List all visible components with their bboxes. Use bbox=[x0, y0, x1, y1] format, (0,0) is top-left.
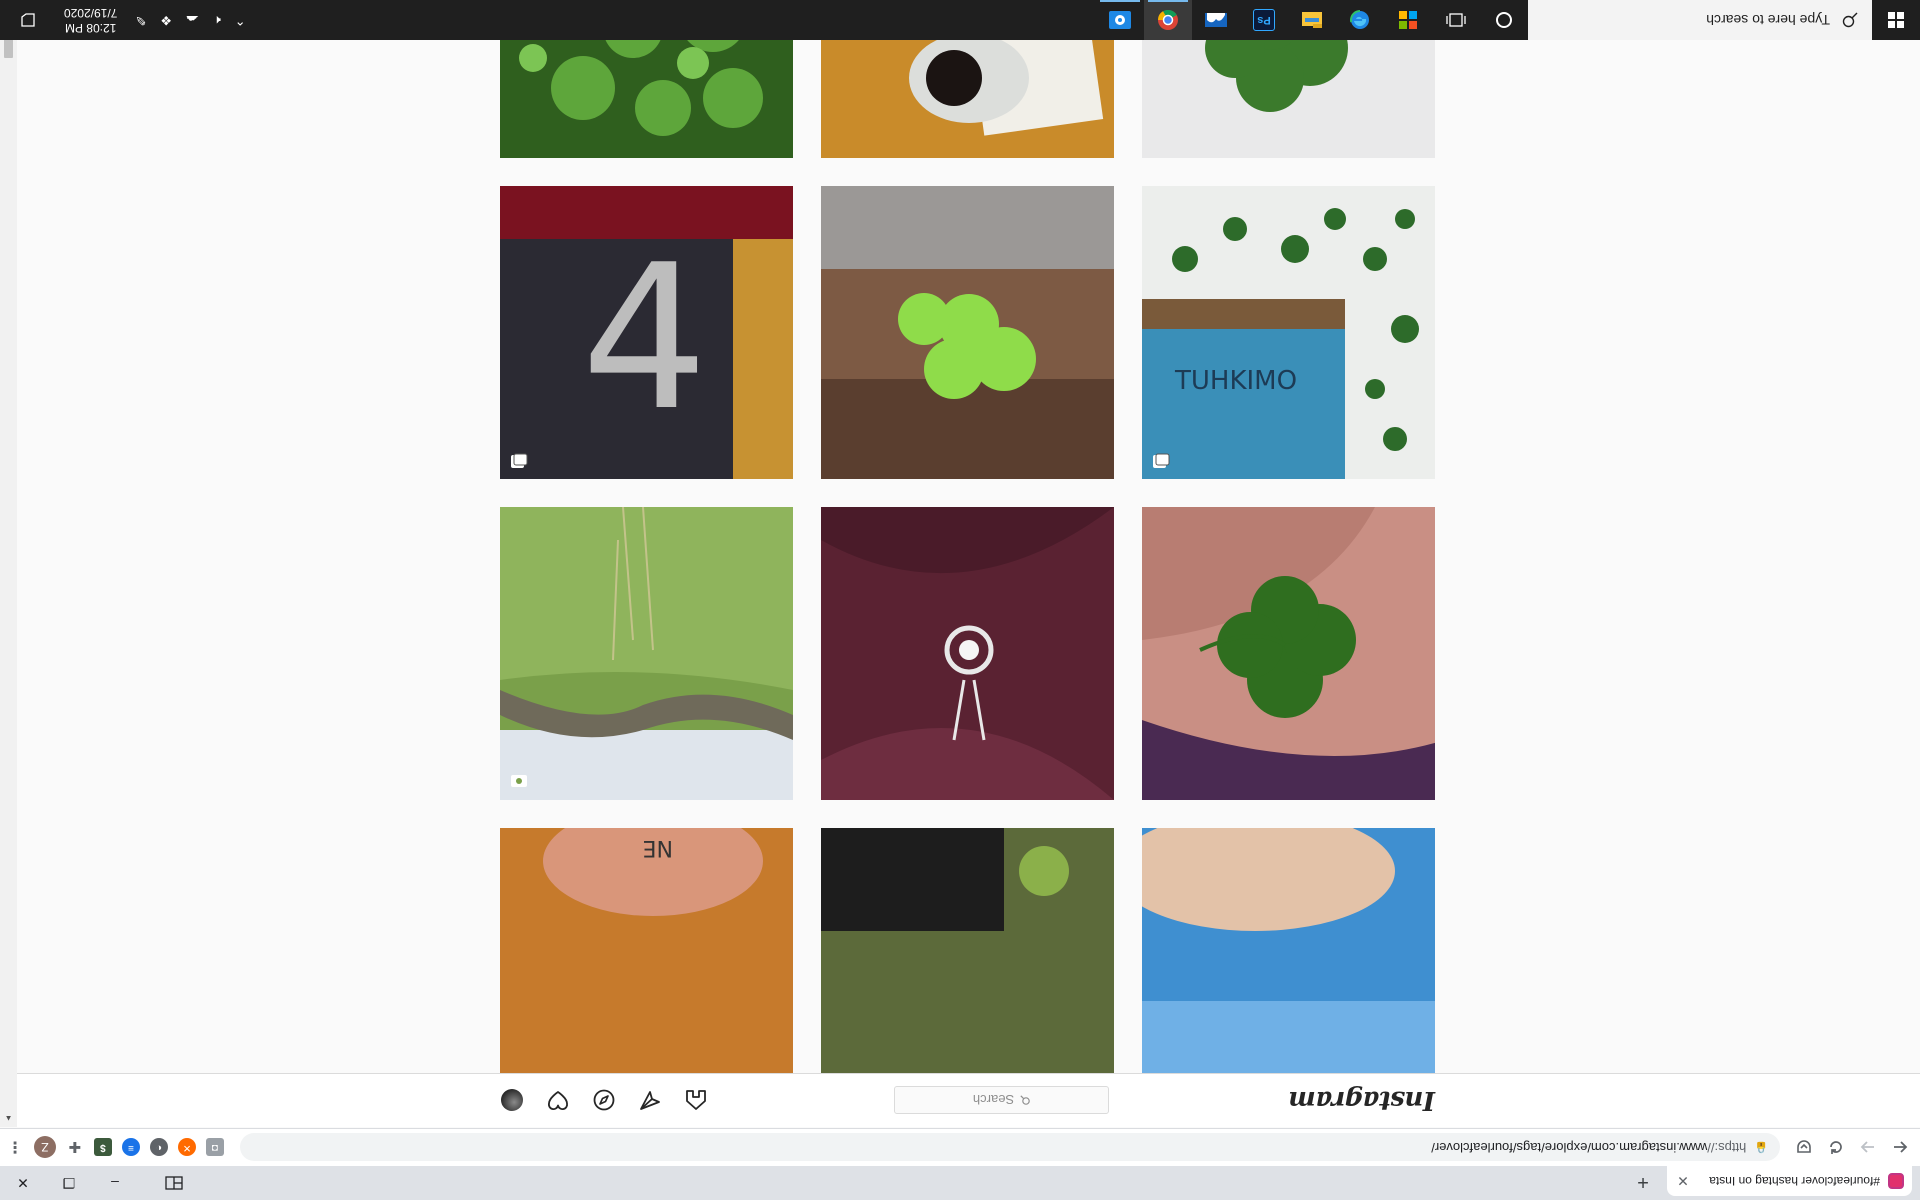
post-tile[interactable] bbox=[821, 828, 1114, 1073]
explore-compass-icon[interactable] bbox=[592, 1088, 616, 1112]
volume-icon[interactable]: 🔈︎ bbox=[213, 12, 221, 28]
windows-taskbar: Type here to search Ps ⌃ 🔈︎ ☁︎ ❖ ✎ 12:08… bbox=[0, 0, 1920, 40]
weather-app-icon[interactable] bbox=[1192, 0, 1240, 40]
tab-title: #fourleafclover hashtag on Insta bbox=[1709, 1174, 1880, 1188]
post-tile[interactable] bbox=[500, 507, 793, 800]
search-icon bbox=[1842, 12, 1858, 28]
arrow-left-icon bbox=[1894, 1141, 1908, 1154]
windows-store-icon[interactable] bbox=[1384, 0, 1432, 40]
taskbar-search-placeholder: Type here to search bbox=[1706, 12, 1830, 28]
minimize-button[interactable]: – bbox=[92, 1166, 138, 1200]
clock-date: 7/19/2020 bbox=[64, 6, 118, 20]
browser-tab[interactable]: #fourleafclover hashtag on Insta ✕ bbox=[1667, 1166, 1912, 1196]
profile-avatar[interactable]: Z bbox=[34, 1136, 56, 1159]
search-icon bbox=[1020, 1095, 1030, 1105]
reload-button[interactable] bbox=[1822, 1134, 1850, 1162]
taskbar-search-box[interactable]: Type here to search bbox=[1528, 0, 1872, 40]
address-bar[interactable]: 🔒 https:// www.instagram.com/explore/tag… bbox=[240, 1133, 1780, 1162]
system-tray: ⌃ 🔈︎ ☁︎ ❖ ✎ 12:08 PM 7/19/2020 bbox=[0, 0, 246, 40]
extension-icon[interactable]: ◐ bbox=[150, 1138, 168, 1157]
back-button[interactable] bbox=[1886, 1134, 1914, 1162]
settings-app-icon[interactable] bbox=[1096, 0, 1144, 40]
tab-search-icon[interactable] bbox=[156, 1166, 192, 1200]
pen-icon[interactable]: ✎ bbox=[135, 12, 146, 28]
extension-icons: ◘ ✕ ◐ ≡ $ ✚ Z bbox=[28, 1136, 230, 1159]
new-tab-button[interactable]: + bbox=[1629, 1168, 1657, 1196]
extension-icon[interactable]: $ bbox=[94, 1138, 112, 1157]
instagram-logo[interactable]: Instagram bbox=[1220, 1085, 1435, 1115]
extension-icon[interactable]: ◘ bbox=[206, 1138, 224, 1157]
explore-page: NE TUHKIMO 4 bbox=[17, 0, 1920, 1073]
post-row bbox=[500, 507, 1435, 800]
instagram-header: Instagram Search bbox=[17, 1073, 1920, 1127]
reload-icon bbox=[1830, 1141, 1842, 1155]
task-view-icon[interactable] bbox=[1432, 0, 1480, 40]
restore-button[interactable]: ❐ bbox=[46, 1166, 92, 1200]
chrome-icon[interactable] bbox=[1144, 0, 1192, 40]
dropbox-icon[interactable]: ❖ bbox=[160, 12, 172, 28]
clover-on-wood-photo bbox=[821, 186, 1114, 479]
carousel-icon bbox=[511, 453, 528, 468]
instagram-favicon-icon bbox=[1888, 1173, 1904, 1189]
instagram-search-input[interactable]: Search bbox=[894, 1086, 1109, 1114]
tab-close-icon[interactable]: ✕ bbox=[1675, 1173, 1691, 1190]
pocket-icon bbox=[1797, 1140, 1811, 1154]
scrollbar-thumb[interactable] bbox=[4, 38, 13, 58]
book-with-clovers-photo: TUHKIMO bbox=[1142, 186, 1435, 479]
page-scrollbar[interactable]: ▲ ▼ bbox=[0, 0, 17, 1127]
post-tile[interactable]: 4 bbox=[500, 186, 793, 479]
post-tile[interactable] bbox=[821, 186, 1114, 479]
browser-toolbar: 🔒 https:// www.instagram.com/explore/tag… bbox=[0, 1128, 1920, 1166]
video-icon bbox=[511, 775, 527, 787]
window-controls: – ❐ ✕ bbox=[0, 1166, 192, 1200]
extension-icon[interactable]: ≡ bbox=[122, 1138, 140, 1157]
forward-button[interactable] bbox=[1854, 1134, 1882, 1162]
post-row: NE bbox=[500, 828, 1435, 1073]
svg-text:NE: NE bbox=[643, 835, 673, 860]
lock-icon: 🔒 bbox=[1754, 1141, 1768, 1153]
taskbar-clock[interactable]: 12:08 PM 7/19/2020 bbox=[60, 5, 121, 35]
post-tile[interactable]: TUHKIMO bbox=[1142, 186, 1435, 479]
post-row: TUHKIMO 4 bbox=[500, 186, 1435, 479]
url-scheme: https:// bbox=[1707, 1140, 1747, 1155]
photoshop-icon[interactable]: Ps bbox=[1240, 0, 1288, 40]
post-grid: NE TUHKIMO 4 bbox=[500, 0, 1435, 1073]
svg-text:4: 4 bbox=[581, 222, 708, 455]
browser-tab-strip: #fourleafclover hashtag on Insta ✕ + – ❐… bbox=[0, 1166, 1920, 1200]
svg-text:TUHKIMO: TUHKIMO bbox=[1174, 366, 1297, 396]
chevron-up-icon[interactable]: ⌃ bbox=[235, 12, 246, 28]
clock-time: 12:08 PM bbox=[65, 21, 117, 35]
activity-heart-icon[interactable] bbox=[546, 1088, 570, 1112]
desktop-screen: #fourleafclover hashtag on Insta ✕ + – ❐… bbox=[0, 0, 1920, 1200]
clover-in-hand-photo bbox=[1142, 507, 1435, 800]
pocket-extension-button[interactable] bbox=[1790, 1134, 1818, 1162]
post-tile[interactable] bbox=[1142, 828, 1435, 1073]
browser-menu-icon[interactable]: ⋮ bbox=[6, 1138, 24, 1158]
windows-logo-icon bbox=[1888, 12, 1904, 28]
direct-messages-icon[interactable] bbox=[638, 1088, 662, 1112]
arrow-right-icon bbox=[1860, 1141, 1874, 1154]
meadow-photo bbox=[500, 507, 793, 800]
cortana-icon[interactable] bbox=[1480, 0, 1528, 40]
home-icon[interactable] bbox=[684, 1088, 708, 1112]
start-button[interactable] bbox=[1872, 0, 1920, 40]
edge-icon[interactable] bbox=[1336, 0, 1384, 40]
post-tile[interactable] bbox=[821, 507, 1114, 800]
action-center-icon[interactable] bbox=[10, 0, 46, 40]
instagram-nav bbox=[500, 1088, 708, 1112]
search-placeholder: Search bbox=[972, 1092, 1015, 1108]
extensions-puzzle-icon[interactable]: ✚ bbox=[66, 1139, 84, 1157]
url-path: www.instagram.com/explore/tags/fourleafc… bbox=[1431, 1140, 1708, 1155]
close-window-button[interactable]: ✕ bbox=[0, 1166, 46, 1200]
scroll-up-icon[interactable]: ▲ bbox=[0, 1110, 17, 1127]
onedrive-cloud-icon[interactable]: ☁︎ bbox=[186, 12, 199, 28]
file-explorer-icon[interactable] bbox=[1288, 0, 1336, 40]
profile-avatar-icon[interactable] bbox=[500, 1088, 524, 1112]
post-tile[interactable]: NE bbox=[500, 828, 793, 1073]
post-tile[interactable] bbox=[1142, 507, 1435, 800]
pendant-photo bbox=[821, 507, 1114, 800]
extension-icon[interactable]: ✕ bbox=[178, 1138, 196, 1157]
carousel-icon bbox=[1153, 453, 1170, 468]
painted-number-photo: 4 bbox=[500, 186, 793, 479]
